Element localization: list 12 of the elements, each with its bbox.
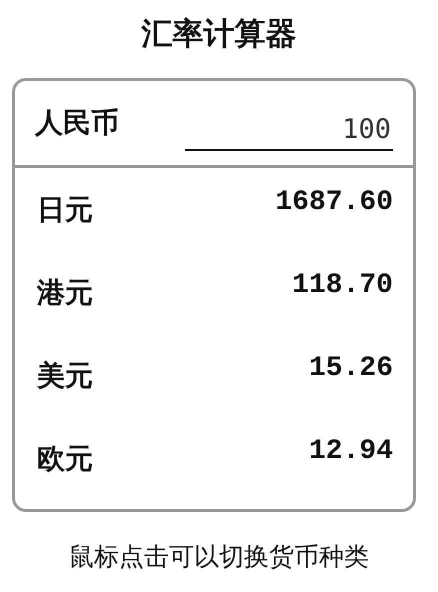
currency-label[interactable]: 欧元 [37,440,93,478]
converted-amount: 12.94 [308,436,393,467]
converted-amount: 118.70 [292,270,393,301]
app-title: 汇率计算器 [140,15,298,54]
currency-label[interactable]: 日元 [37,190,93,228]
currency-label[interactable]: 港元 [37,274,93,312]
amount-input[interactable]: 100 [185,108,393,150]
currency-label[interactable]: 美元 [37,356,93,394]
currency-label[interactable]: 人民币 [35,104,119,142]
hint-text: 鼠标点击可以切换货币种类 [68,541,370,573]
converted-amount: 15.26 [308,353,393,384]
converted-amount: 1687.60 [275,187,393,218]
